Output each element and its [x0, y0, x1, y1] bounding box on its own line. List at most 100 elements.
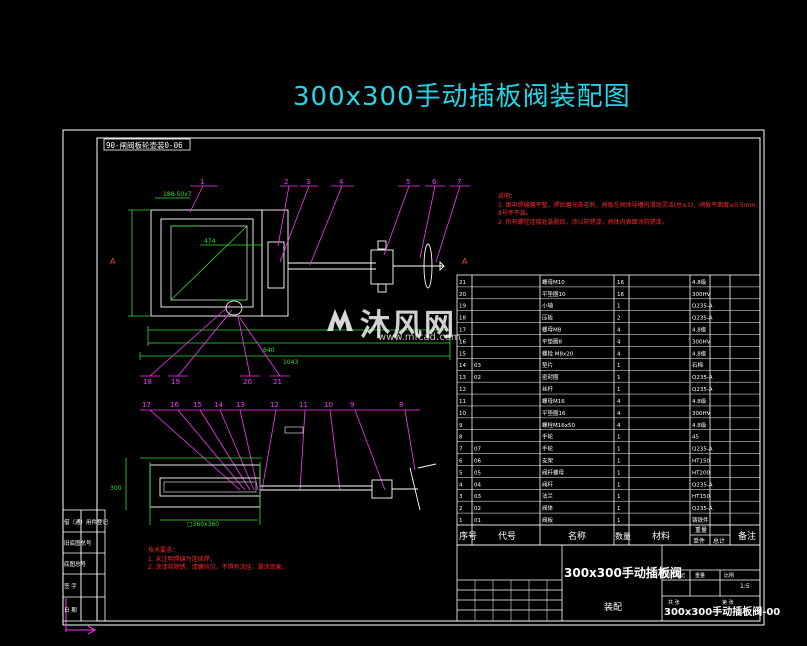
watermark-logo [327, 309, 353, 331]
bom-cell: 螺栓M16x50 [542, 421, 575, 429]
balloon: 8 [399, 401, 403, 409]
scale-value: 1:5 [740, 583, 750, 590]
balloon: 12 [270, 401, 279, 409]
bom-table [456, 274, 761, 546]
bom-cell: 4.8级 [692, 349, 707, 357]
balloon: 3 [306, 178, 310, 186]
balloon: 20 [243, 378, 252, 386]
balloon: 21 [273, 378, 282, 386]
side-view-green [125, 457, 262, 525]
bom-cell: 1 [617, 494, 621, 500]
tech-notes-top: 说明： 1. 图中焊缝磨平整，焊后磨光去毛刺，阀板在阀体导槽内滑动灵活(总≤1)… [498, 193, 773, 227]
bom-cell: 阀板 [542, 516, 554, 524]
balloon: 5 [406, 178, 410, 186]
tech-note-line: 8号件不装。 [498, 210, 532, 218]
bom-cell: 300HV [692, 339, 711, 345]
tech-note-line: 2. 所有螺栓连接处装配后，涂以防锈漆，阀体内表面涂防锈漆。 [498, 218, 668, 226]
bom-cell: 8 [459, 435, 463, 441]
bom-cell: 16 [617, 280, 624, 286]
corner-arrow [66, 625, 97, 635]
tb-label: 重量 [695, 572, 705, 579]
bom-cell: HT150 [692, 458, 710, 464]
bom-cell: 4.8级 [692, 326, 707, 334]
bom-cell: 02 [474, 506, 481, 512]
bom-header: 名称 [568, 530, 586, 542]
assembly-label: 装配 [604, 601, 622, 613]
bom-cell: 压板 [542, 314, 554, 322]
bom-cell: 铸铁件 [692, 516, 709, 524]
bom-cell: 11 [459, 399, 466, 405]
bom-cell: 1 [617, 387, 621, 393]
bom-cell: 1 [617, 447, 621, 453]
bom-cell: 03 [474, 363, 481, 369]
bom-cell: 4 [617, 328, 621, 334]
dim-label: 1043 [283, 359, 298, 366]
bom-cell: 2 [617, 316, 621, 322]
bom-cell: 15 [459, 351, 466, 357]
bom-cell: 支架 [542, 456, 554, 464]
balloon: 13 [236, 401, 245, 409]
bom-cell: 10 [459, 411, 466, 417]
bom-cell: 6 [459, 458, 463, 464]
watermark-url: www.mfcad.com [378, 332, 461, 343]
bom-cell: 16 [617, 292, 624, 298]
view-label: 90-闸阀板轮壶装0-06 [106, 140, 183, 150]
bom-cell: 螺母M10 [542, 278, 565, 286]
leaders-top [189, 185, 470, 266]
bom-cell: 4 [617, 399, 621, 405]
bom-cell: 05 [474, 470, 481, 476]
bom-cell: 1 [617, 506, 621, 512]
bom-rows: 21 螺母M10 16 4.8级20 平垫圈10 16 300HV19 小轴 1 Q235-A18… [457, 278, 760, 526]
side-view [149, 463, 437, 511]
bom-cell: 阀杆螺母 [542, 468, 565, 476]
bom-cell: 1 [459, 518, 463, 524]
bom-cell: 4 [617, 351, 621, 357]
dim-label: 640 [263, 347, 275, 354]
tech-note-line: 1. 未注明焊缝为连续焊。 [148, 555, 216, 563]
tb-label: 图样标记 [665, 572, 685, 579]
bom-cell: 9 [459, 423, 463, 429]
bom-cell: 螺母M16 [542, 397, 565, 405]
bom-cell: 02 [474, 375, 481, 381]
bom-cell: Q235-A [692, 375, 713, 381]
left-strip-label: 旧底图总号 [64, 539, 92, 547]
bom-cell: 密封圈 [542, 373, 559, 381]
bom-cell: 4 [459, 482, 463, 488]
bom-cell: 13 [459, 375, 466, 381]
balloon: 16 [170, 401, 179, 409]
left-strip-label: 底图总号 [64, 560, 87, 568]
left-strip-label: 签 字 [64, 582, 77, 590]
svg-text:A: A [110, 257, 116, 266]
title-block-grid [474, 580, 548, 621]
dim-label: 474 [204, 238, 216, 245]
bom-cell: 平垫圈8 [542, 337, 563, 345]
bom-cell: 19 [459, 304, 466, 310]
bom-cell: 300HV [692, 411, 711, 417]
bom-cell: Q235-A [692, 316, 713, 322]
bom-cell: 300HV [692, 292, 711, 298]
left-strip-label: 借（通）用件登记 [64, 518, 109, 526]
bom-header: 备注 [738, 530, 756, 542]
tech-note-line: 2. 涂漆前除锈，漆膜均匀，不得有流挂、漏涂现象。 [148, 564, 288, 572]
bom-cell: 5 [459, 470, 463, 476]
balloon: 1 [200, 178, 204, 186]
tb-label: 第 张 [722, 599, 734, 606]
bom-cell: 2 [459, 506, 463, 512]
bom-cell: Q235-A [692, 506, 713, 512]
bom-header: 材料 [652, 530, 670, 542]
left-strip-label: 日 期 [64, 607, 77, 614]
tech-note-line: 1. 图中焊缝磨平整，焊后磨光去毛刺，阀板在阀体导槽内滑动灵活(总≤1)，阀板平… [498, 201, 762, 209]
bom-cell: 4.8级 [692, 397, 707, 405]
bom-cell: 1 [617, 482, 621, 488]
bom-cell: 法兰 [542, 492, 554, 500]
bom-cell: 21 [459, 280, 466, 286]
tb-label: 共 张 [668, 599, 680, 606]
bom-cell: Q235-A [692, 304, 713, 310]
dim-label: 188-50x7 [163, 191, 192, 198]
balloon: 14 [214, 401, 223, 409]
bom-cell: 20 [459, 292, 466, 298]
bom-cell: 螺栓 M8x20 [542, 349, 574, 357]
bom-cell: 12 [459, 387, 466, 393]
bom-cell: 7 [459, 447, 463, 453]
bom-cell: 03 [474, 494, 481, 500]
